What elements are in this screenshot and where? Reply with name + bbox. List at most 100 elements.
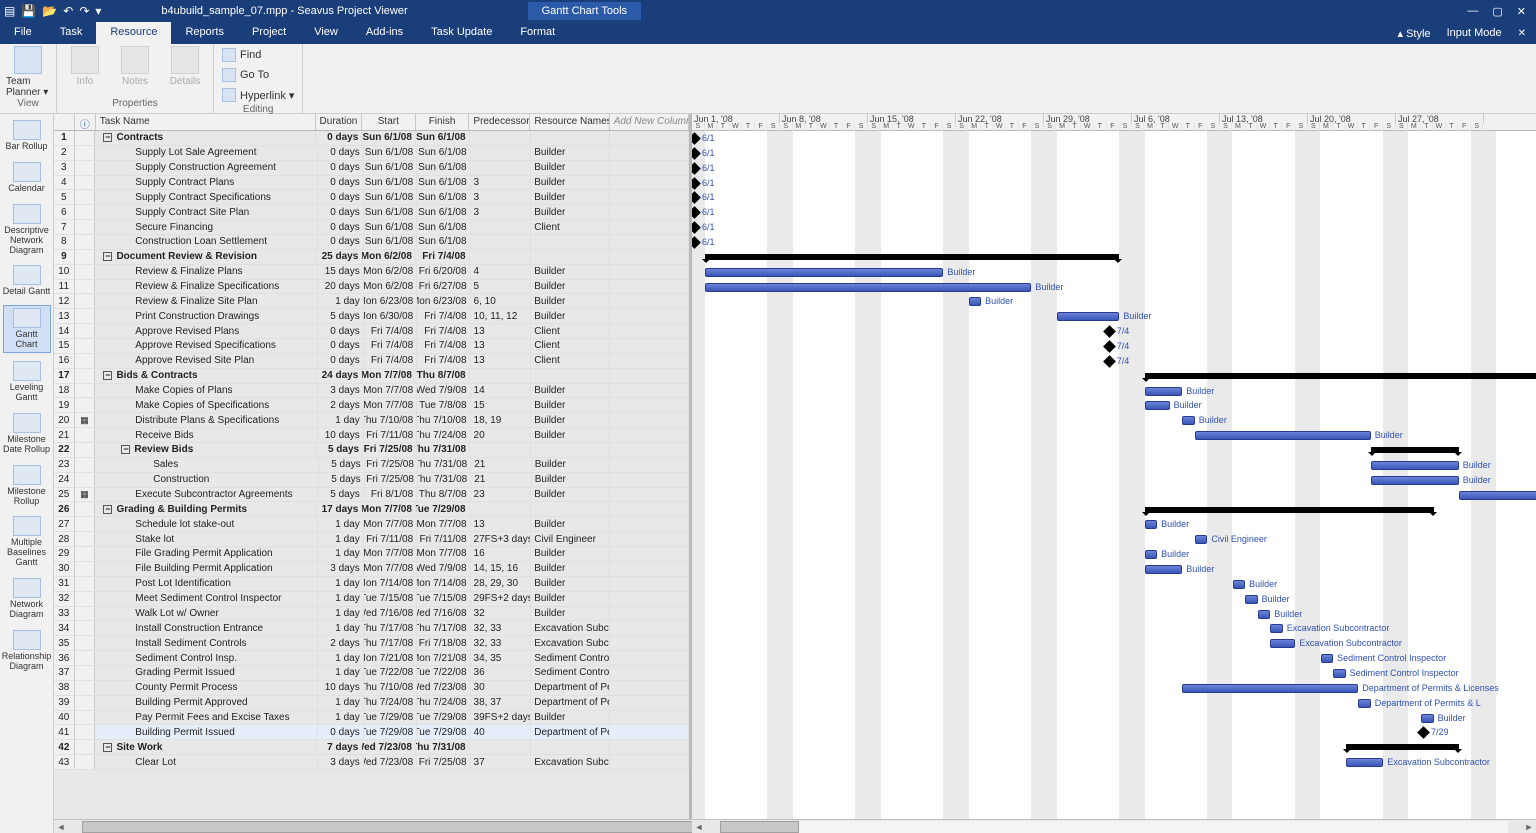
- redo-icon[interactable]: ↷: [79, 4, 89, 18]
- duration-cell[interactable]: 3 days: [318, 384, 364, 398]
- task-name-cell[interactable]: −Bids & Contracts: [95, 369, 316, 383]
- finish-cell[interactable]: Tue 7/29/08: [417, 711, 470, 725]
- duration-cell[interactable]: 0 days: [318, 339, 364, 353]
- task-name-cell[interactable]: −Grading & Building Permits: [95, 502, 316, 516]
- row-number[interactable]: 14: [54, 324, 75, 338]
- duration-cell[interactable]: 0 days: [318, 220, 364, 234]
- task-name-cell[interactable]: −Document Review & Revision: [95, 250, 316, 264]
- predecessors-cell[interactable]: 18, 19: [471, 413, 532, 427]
- start-cell[interactable]: Thu 7/17/08: [364, 621, 417, 635]
- task-name-cell[interactable]: Construction Loan Settlement: [95, 235, 317, 249]
- start-cell[interactable]: Mon 6/2/08: [364, 265, 417, 279]
- gantt-bar[interactable]: [1371, 476, 1459, 485]
- task-name-cell[interactable]: Execute Subcontractor Agreements: [95, 488, 317, 502]
- row-number[interactable]: 31: [54, 577, 75, 591]
- table-row[interactable]: 17−Bids & Contracts24 daysMon 7/7/08Thu …: [54, 369, 689, 384]
- duration-cell[interactable]: 3 days: [318, 755, 364, 769]
- scroll-left-icon[interactable]: ◄: [692, 822, 706, 832]
- finish-cell[interactable]: Thu 7/31/08: [416, 740, 470, 754]
- ribbon-tab-add-ins[interactable]: Add-ins: [352, 22, 417, 44]
- table-row[interactable]: 32Meet Sediment Control Inspector1 dayTu…: [54, 592, 689, 607]
- start-cell[interactable]: Mon 7/7/08: [364, 384, 417, 398]
- col-task-name[interactable]: Task Name: [96, 114, 316, 130]
- row-number[interactable]: 17: [54, 369, 75, 383]
- row-number[interactable]: 15: [54, 339, 75, 353]
- table-row[interactable]: 16Approve Revised Site Plan0 daysFri 7/4…: [54, 354, 689, 369]
- finish-cell[interactable]: Mon 7/7/08: [417, 517, 470, 531]
- predecessors-cell[interactable]: [471, 220, 532, 234]
- task-name-cell[interactable]: Construction: [95, 473, 318, 487]
- gantt-chart[interactable]: Jun 1, '08Jun 8, '08Jun 15, '08Jun 22, '…: [692, 114, 1536, 833]
- close-button[interactable]: ✕: [1517, 5, 1526, 18]
- finish-cell[interactable]: Sun 6/1/08: [416, 131, 470, 145]
- start-cell[interactable]: Sun 6/1/08: [362, 131, 416, 145]
- row-number[interactable]: 42: [54, 740, 75, 754]
- finish-cell[interactable]: Tue 7/8/08: [417, 398, 470, 412]
- gantt-bar[interactable]: [1270, 639, 1295, 648]
- start-cell[interactable]: Fri 7/25/08: [363, 443, 417, 457]
- predecessors-cell[interactable]: [471, 146, 532, 160]
- duration-cell[interactable]: 5 days: [317, 443, 363, 457]
- undo-icon[interactable]: ↶: [63, 4, 73, 18]
- task-name-cell[interactable]: Pay Permit Fees and Excise Taxes: [95, 711, 317, 725]
- table-row[interactable]: 7Secure Financing0 daysSun 6/1/08Sun 6/1…: [54, 220, 689, 235]
- qat-dropdown-icon[interactable]: ▾: [95, 4, 101, 18]
- summary-bar[interactable]: [1145, 373, 1536, 379]
- task-name-cell[interactable]: County Permit Process: [95, 681, 317, 695]
- resources-cell[interactable]: Builder: [531, 607, 610, 621]
- resources-cell[interactable]: Builder: [531, 265, 610, 279]
- gantt-hscroll[interactable]: ◄ ►: [692, 819, 1536, 833]
- task-name-cell[interactable]: Distribute Plans & Specifications: [95, 413, 317, 427]
- col-add-new[interactable]: Add New Column: [610, 114, 689, 130]
- gantt-bar[interactable]: [705, 268, 944, 277]
- row-number[interactable]: 39: [54, 696, 75, 710]
- ribbon-tab-resource[interactable]: Resource: [96, 22, 171, 44]
- col-start[interactable]: Start: [362, 114, 416, 130]
- predecessors-cell[interactable]: 40: [471, 725, 532, 739]
- finish-cell[interactable]: Fri 7/25/08: [417, 755, 470, 769]
- finish-cell[interactable]: Thu 7/17/08: [417, 621, 470, 635]
- resources-cell[interactable]: Builder: [531, 562, 610, 576]
- task-name-cell[interactable]: Install Sediment Controls: [95, 636, 317, 650]
- finish-cell[interactable]: Fri 7/4/08: [416, 250, 470, 264]
- resources-cell[interactable]: Excavation Subcontractor: [531, 755, 610, 769]
- duration-cell[interactable]: 1 day: [318, 532, 364, 546]
- row-number[interactable]: 35: [54, 636, 75, 650]
- predecessors-cell[interactable]: [470, 131, 531, 145]
- table-row[interactable]: 13Print Construction Drawings5 daysMon 6…: [54, 309, 689, 324]
- row-number[interactable]: 23: [54, 458, 75, 472]
- row-number[interactable]: 13: [54, 309, 75, 323]
- table-row[interactable]: 19Make Copies of Specifications2 daysMon…: [54, 398, 689, 413]
- table-row[interactable]: 18Make Copies of Plans3 daysMon 7/7/08We…: [54, 384, 689, 399]
- predecessors-cell[interactable]: [470, 250, 531, 264]
- outline-toggle-icon[interactable]: −: [103, 505, 112, 514]
- predecessors-cell[interactable]: 6, 10: [471, 294, 532, 308]
- predecessors-cell[interactable]: 32, 33: [471, 636, 532, 650]
- predecessors-cell[interactable]: 29FS+2 days, 28: [471, 592, 532, 606]
- task-name-cell[interactable]: Schedule lot stake-out: [95, 517, 317, 531]
- duration-cell[interactable]: 1 day: [318, 517, 364, 531]
- predecessors-cell[interactable]: [471, 161, 532, 175]
- predecessors-cell[interactable]: 15: [471, 398, 532, 412]
- row-number[interactable]: 4: [54, 176, 75, 190]
- duration-cell[interactable]: 1 day: [318, 621, 364, 635]
- col-finish[interactable]: Finish: [416, 114, 470, 130]
- table-row[interactable]: 37Grading Permit Issued1 dayTue 7/22/08T…: [54, 666, 689, 681]
- gantt-bar[interactable]: [1459, 491, 1536, 500]
- predecessors-cell[interactable]: 14: [471, 384, 532, 398]
- table-row[interactable]: 21Receive Bids10 daysFri 7/11/08Thu 7/24…: [54, 428, 689, 443]
- row-number[interactable]: 27: [54, 517, 75, 531]
- finish-cell[interactable]: Sun 6/1/08: [417, 161, 470, 175]
- resources-cell[interactable]: Department of Permits & Licenses: [531, 725, 610, 739]
- row-number[interactable]: 36: [54, 651, 75, 665]
- style-menu[interactable]: ▴ Style: [1398, 27, 1431, 40]
- task-name-cell[interactable]: Review & Finalize Site Plan: [95, 294, 317, 308]
- open-icon[interactable]: 📂: [42, 4, 57, 18]
- table-row[interactable]: 22−Review Bids5 daysFri 7/25/08Thu 7/31/…: [54, 443, 689, 458]
- task-name-cell[interactable]: Walk Lot w/ Owner: [95, 607, 317, 621]
- finish-cell[interactable]: Mon 6/23/08: [417, 294, 470, 308]
- gantt-bar[interactable]: [1145, 401, 1170, 410]
- finish-cell[interactable]: Sun 6/1/08: [417, 190, 470, 204]
- start-cell[interactable]: Tue 7/22/08: [364, 666, 417, 680]
- start-cell[interactable]: Fri 7/25/08: [365, 458, 418, 472]
